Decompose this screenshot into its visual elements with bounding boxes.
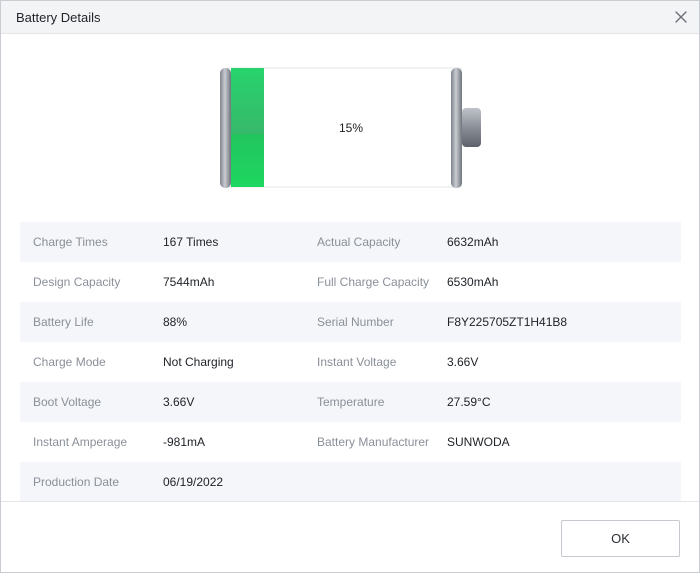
- battery-details-dialog: Battery Details 15% Charge Times 167 Tim…: [0, 0, 700, 573]
- details-row: Design Capacity 7544mAh Full Charge Capa…: [20, 262, 681, 302]
- details-row: Boot Voltage 3.66V Temperature 27.59°C: [20, 382, 681, 422]
- details-row: Charge Times 167 Times Actual Capacity 6…: [20, 222, 681, 262]
- detail-label: Boot Voltage: [33, 395, 102, 409]
- details-row: Production Date 06/19/2022: [20, 462, 681, 502]
- footer-divider: [1, 501, 699, 502]
- detail-value: 167 Times: [163, 235, 219, 249]
- detail-label: Charge Mode: [33, 355, 106, 369]
- battery-icon: 15%: [219, 67, 483, 189]
- details-row: Charge Mode Not Charging Instant Voltage…: [20, 342, 681, 382]
- ok-button[interactable]: OK: [561, 520, 680, 557]
- detail-value: -981mA: [163, 435, 206, 449]
- detail-value: 6632mAh: [447, 235, 499, 249]
- details-row: Battery Life 88% Serial Number F8Y225705…: [20, 302, 681, 342]
- detail-label: Charge Times: [33, 235, 108, 249]
- detail-value: 06/19/2022: [163, 475, 224, 489]
- detail-label: Production Date: [33, 475, 120, 489]
- detail-label: Instant Voltage: [317, 355, 397, 369]
- dialog-title: Battery Details: [16, 10, 101, 25]
- detail-value: 3.66V: [447, 355, 479, 369]
- detail-value: SUNWODA: [447, 435, 510, 449]
- detail-label: Instant Amperage: [33, 435, 128, 449]
- title-bar: Battery Details: [1, 1, 699, 34]
- close-icon[interactable]: [671, 7, 691, 27]
- detail-value: F8Y225705ZT1H41B8: [447, 315, 568, 329]
- detail-value: 7544mAh: [163, 275, 215, 289]
- detail-value: 88%: [163, 315, 188, 329]
- detail-label: Actual Capacity: [317, 235, 401, 249]
- detail-label: Design Capacity: [33, 275, 121, 289]
- detail-label: Serial Number: [317, 315, 394, 329]
- detail-value: 3.66V: [163, 395, 195, 409]
- detail-value: 27.59°C: [447, 395, 491, 409]
- battery-percent: 15%: [339, 121, 364, 135]
- detail-value: Not Charging: [163, 355, 234, 369]
- charge-level-fill: [231, 68, 264, 187]
- detail-value: 6530mAh: [447, 275, 499, 289]
- detail-label: Full Charge Capacity: [317, 275, 430, 289]
- detail-label: Battery Manufacturer: [317, 435, 430, 449]
- detail-label: Battery Life: [33, 315, 94, 329]
- detail-label: Temperature: [317, 395, 385, 409]
- details-row: Instant Amperage -981mA Battery Manufact…: [20, 422, 681, 462]
- battery-details-table: Charge Times 167 Times Actual Capacity 6…: [20, 222, 681, 502]
